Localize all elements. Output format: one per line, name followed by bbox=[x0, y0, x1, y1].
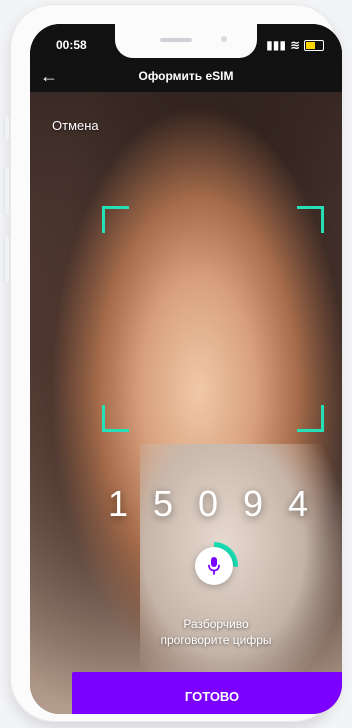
notch bbox=[115, 24, 257, 58]
done-button[interactable]: ГОТОВО bbox=[72, 672, 342, 714]
voice-hint-line-1: Разборчиво bbox=[183, 617, 249, 631]
wifi-icon: ≋ bbox=[289, 38, 300, 52]
cancel-link[interactable]: Отмена bbox=[52, 118, 99, 133]
face-frame-corner bbox=[102, 405, 129, 432]
speaker-grill bbox=[160, 38, 192, 42]
signal-icon: ▮▮▮ bbox=[266, 38, 286, 52]
page-title: Оформить eSIM bbox=[138, 69, 234, 83]
status-icons: ▮▮▮ ≋ bbox=[266, 38, 324, 52]
face-frame bbox=[102, 206, 324, 432]
status-time: 00:58 bbox=[56, 38, 87, 52]
mic-progress-ring bbox=[190, 542, 238, 590]
front-camera bbox=[221, 36, 227, 42]
side-button bbox=[4, 114, 10, 142]
voice-hint: Разборчиво проговорите цифры bbox=[116, 616, 316, 648]
code-digit: 0 bbox=[197, 483, 218, 524]
microphone-icon bbox=[208, 557, 220, 575]
voice-hint-line-2: проговорите цифры bbox=[160, 633, 272, 647]
code-digit: 9 bbox=[242, 483, 263, 524]
code-digit: 4 bbox=[287, 483, 308, 524]
mic-button[interactable] bbox=[195, 547, 233, 585]
battery-icon bbox=[304, 39, 324, 51]
code-digit: 5 bbox=[152, 483, 174, 524]
verification-code: 1 5 0 9 4 bbox=[108, 483, 308, 524]
face-frame-corner bbox=[297, 405, 324, 432]
phone-device: 00:58 ▮▮▮ ≋ ← Оформить eSIM Отмена 1 5 0… bbox=[4, 4, 342, 722]
side-button bbox=[4, 166, 10, 216]
face-frame-corner bbox=[102, 206, 129, 233]
code-digit: 1 bbox=[108, 483, 129, 524]
face-frame-corner bbox=[297, 206, 324, 233]
title-bar: ← Оформить eSIM bbox=[30, 62, 342, 92]
mic-button-wrap bbox=[190, 542, 238, 590]
screen: 00:58 ▮▮▮ ≋ ← Оформить eSIM Отмена 1 5 0… bbox=[30, 24, 342, 714]
side-button bbox=[4, 234, 10, 284]
